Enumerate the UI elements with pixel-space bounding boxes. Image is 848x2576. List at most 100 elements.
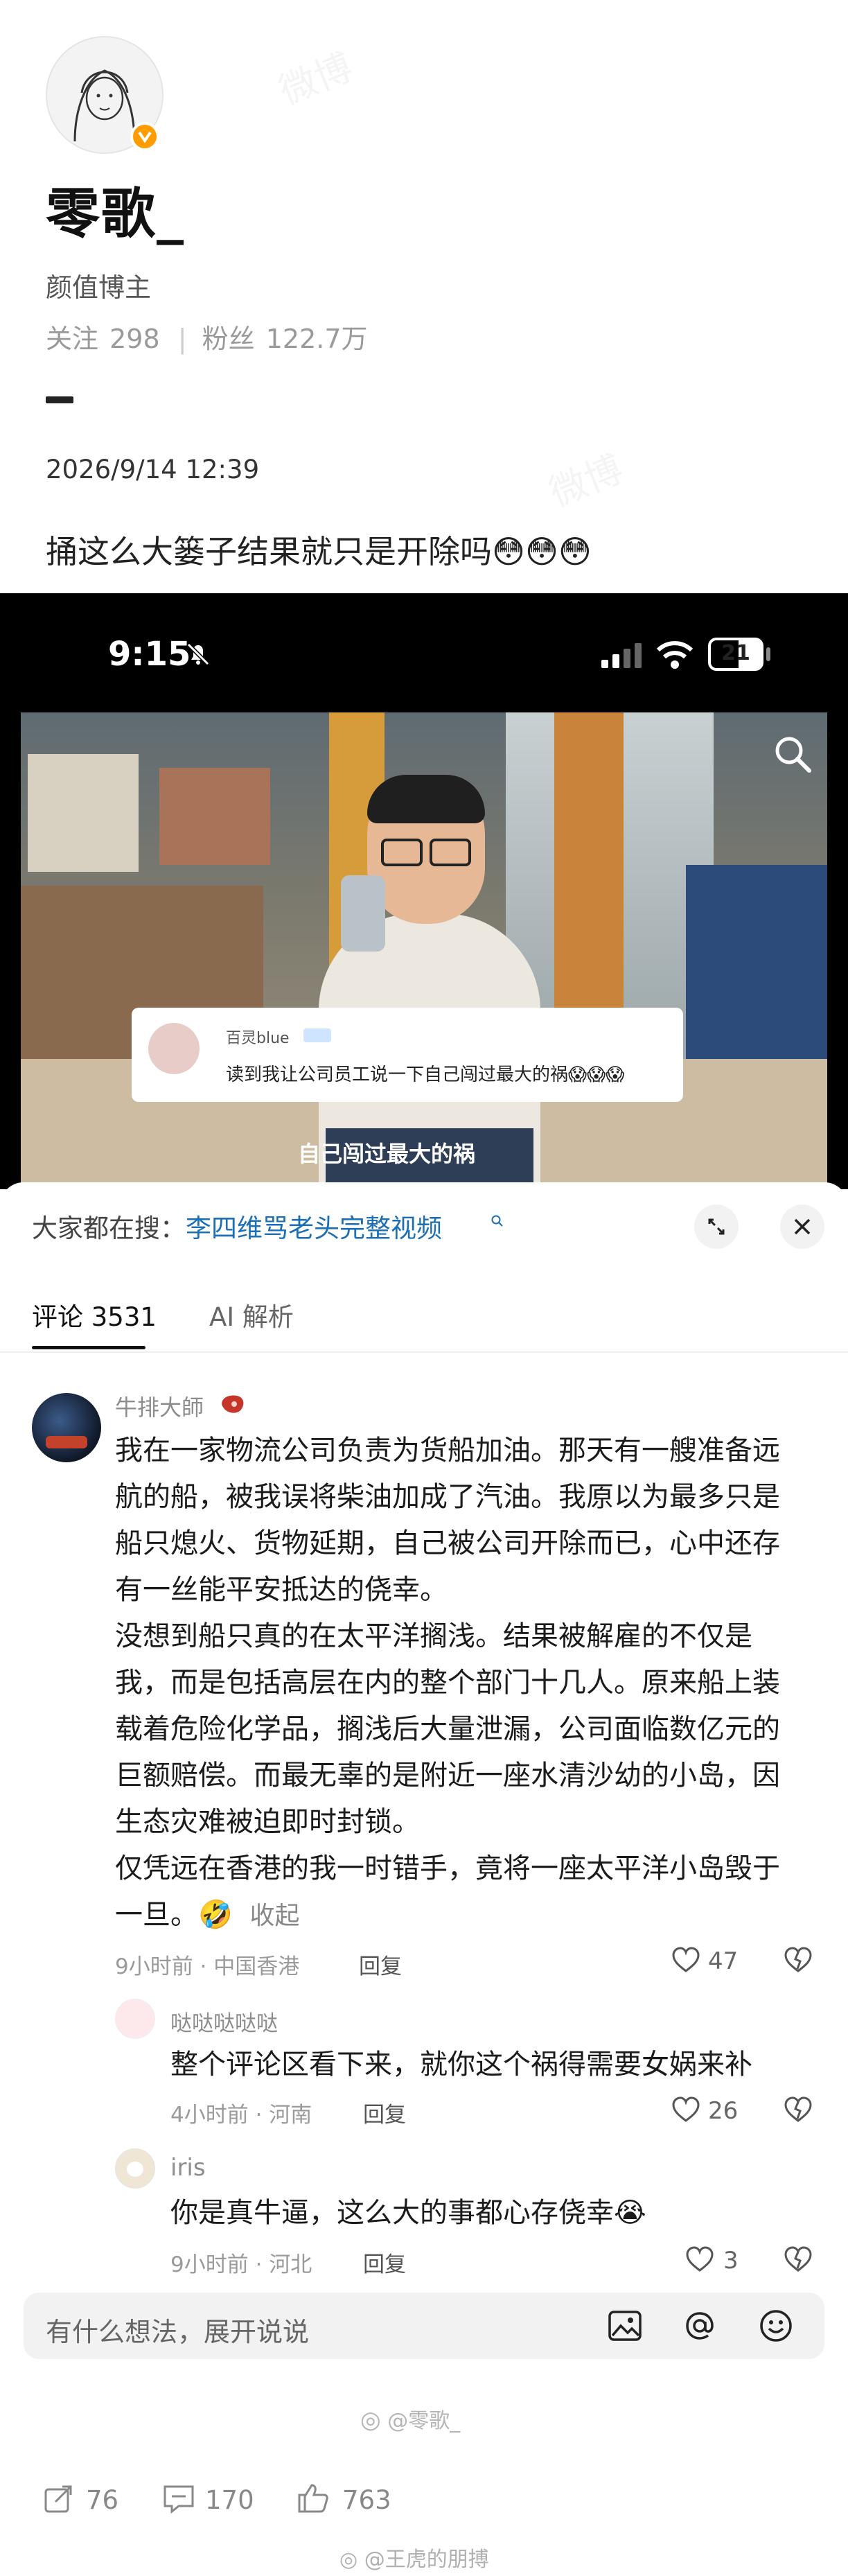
thumbs-up-icon[interactable] bbox=[297, 2481, 330, 2514]
reply-user[interactable]: 哒哒哒哒哒 bbox=[170, 2006, 278, 2037]
comment-line: 我，而是包括高层在内的整个部门十几人。原来船上装 bbox=[115, 1667, 780, 1699]
heart-icon bbox=[686, 2246, 714, 2272]
fans-label[interactable]: 粉丝 bbox=[202, 324, 255, 354]
comment-last-line: 一旦。🤣 bbox=[115, 1899, 233, 1931]
at-icon[interactable] bbox=[682, 2308, 718, 2344]
follow-label[interactable]: 关注 bbox=[46, 324, 98, 354]
comment-line: 我在一家物流公司负责为货船加油。那天有一艘准备远 bbox=[115, 1435, 780, 1466]
overlay-user-badge bbox=[303, 1028, 331, 1042]
close-button[interactable] bbox=[780, 1204, 824, 1249]
reply-time-loc: 9小时前 · 河北 bbox=[170, 2252, 312, 2277]
reply-text: 整个评论区看下来，就你这个祸得需要女娲来补 bbox=[170, 2049, 752, 2080]
like-button[interactable] bbox=[684, 2245, 715, 2273]
share-icon[interactable] bbox=[43, 2482, 75, 2514]
share-count: 76 bbox=[86, 2485, 119, 2515]
stats-separator: | bbox=[177, 324, 187, 354]
comment-line: 没想到船只真的在太平洋搁浅。结果被解雇的不仅是 bbox=[115, 1620, 752, 1652]
comment-count: 170 bbox=[205, 2485, 254, 2515]
comment-body: 我在一家物流公司负责为货船加油。那天有一艘准备远 航的船，被我误将柴油加成了汽油… bbox=[115, 1428, 808, 1939]
comment-line: 一旦。🤣 收起 bbox=[115, 1892, 808, 1939]
comment-avatar[interactable] bbox=[32, 1393, 101, 1462]
like-button[interactable] bbox=[671, 2096, 701, 2123]
v-badge-icon bbox=[130, 122, 159, 151]
broken-heart-icon bbox=[784, 1947, 812, 1972]
like-count: 26 bbox=[708, 2097, 739, 2125]
comment-line: 载着危险化学品，搁浅后大量泄漏，公司面临数亿元的 bbox=[115, 1713, 780, 1745]
tab-ai-analysis[interactable]: AI 解析 bbox=[209, 1302, 294, 1332]
bottom-watermark: ◎ @王虎的朋搏 bbox=[339, 2542, 489, 2573]
collapse-link[interactable]: 收起 bbox=[250, 1902, 300, 1930]
watermark-text: @零歌_ bbox=[387, 2409, 461, 2433]
overlay-avatar bbox=[148, 1023, 200, 1074]
emoji-icon[interactable] bbox=[758, 2308, 794, 2344]
reply-avatar[interactable] bbox=[115, 2148, 155, 2189]
search-term[interactable]: 李四维骂老头完整视频 bbox=[186, 1213, 442, 1243]
composer-placeholder[interactable]: 有什么想法，展开说说 bbox=[46, 2311, 309, 2349]
bottom-watermark-text: @王虎的朋搏 bbox=[364, 2548, 489, 2572]
battery-icon: 21 bbox=[708, 638, 763, 671]
dislike-button[interactable] bbox=[783, 2245, 813, 2273]
search-mini-icon bbox=[491, 1214, 504, 1228]
signal-icon bbox=[600, 643, 643, 668]
status-time: 9:15 bbox=[108, 635, 191, 674]
reply-user[interactable]: iris bbox=[170, 2154, 206, 2182]
comment-time-loc: 9小时前 · 中国香港 bbox=[115, 1954, 300, 1979]
search-prefix: 大家都在搜： bbox=[32, 1213, 186, 1243]
post-text: 捅这么大篓子结果就只是开除吗😳😳😳 bbox=[46, 533, 592, 570]
reply-button[interactable]: 回复 bbox=[363, 2247, 406, 2278]
comment-user[interactable]: 牛排大師 bbox=[115, 1390, 204, 1422]
weibo-logo-icon: ◎ bbox=[360, 2406, 381, 2434]
wifi-icon bbox=[655, 639, 694, 669]
battery-tip bbox=[766, 647, 770, 661]
reply-button[interactable]: 回复 bbox=[363, 2097, 406, 2128]
tab-indicator bbox=[32, 1346, 145, 1349]
broken-heart-icon bbox=[784, 2096, 812, 2122]
image-icon[interactable] bbox=[607, 2308, 643, 2344]
comment-line: 船只熄火、货物延期，自己被公司开除而已，心中还存 bbox=[115, 1527, 780, 1559]
comment-line: 有一丝能平安抵达的侥幸。 bbox=[115, 1574, 448, 1606]
like-count: 3 bbox=[723, 2247, 739, 2275]
comment-line: 生态灾难被迫即时封锁。 bbox=[115, 1806, 420, 1838]
comment-tabs: 评论 3531 AI 解析 bbox=[32, 1296, 294, 1333]
trending-search[interactable]: 大家都在搜：李四维骂老头完整视频 bbox=[32, 1207, 442, 1245]
dislike-button[interactable] bbox=[783, 2096, 813, 2123]
reply-avatar[interactable] bbox=[115, 1999, 155, 2039]
broken-heart-icon bbox=[784, 2246, 812, 2272]
close-icon bbox=[794, 1218, 811, 1235]
divider-mark bbox=[46, 396, 73, 403]
comment-line: 仅凭远在香港的我一时错手，竟将一座太平洋小岛毁于 bbox=[115, 1852, 780, 1884]
tabs-divider bbox=[0, 1351, 848, 1353]
heart-icon bbox=[672, 2096, 700, 2122]
overlay-text: 读到我让公司员工说一下自己闯过最大的祸😱😱😱 bbox=[226, 1064, 625, 1085]
expand-icon bbox=[708, 1218, 725, 1235]
reply-text: 你是真牛逼，这么大的事都心存侥幸😭 bbox=[170, 2197, 646, 2229]
heart-icon bbox=[672, 1947, 700, 1972]
weibo-logo-icon: ◎ bbox=[339, 2548, 358, 2572]
weibo-watermark: ◎ @零歌_ bbox=[360, 2403, 460, 2434]
user-tag: 颜值博主 bbox=[46, 272, 152, 303]
comment-icon[interactable] bbox=[162, 2482, 195, 2514]
watermark-ghost: 微博 bbox=[270, 37, 360, 116]
search-icon[interactable] bbox=[772, 733, 813, 775]
video-frame[interactable] bbox=[21, 712, 827, 1189]
comment-line: 巨额赔偿。而最无辜的是附近一座水清沙幼的小岛，因 bbox=[115, 1760, 780, 1791]
like-button[interactable] bbox=[671, 1946, 701, 1974]
follow-stats: 关注 298 | 粉丝 122.7万 bbox=[46, 317, 371, 356]
dislike-button[interactable] bbox=[783, 1946, 813, 1974]
comment-line: 航的船，被我误将柴油加成了汽油。我原以为最多只是 bbox=[115, 1481, 780, 1513]
tab-comments[interactable]: 评论 3531 bbox=[32, 1302, 157, 1332]
video-overlay-comment: 百灵blue 读到我让公司员工说一下自己闯过最大的祸😱😱😱 bbox=[132, 1008, 683, 1102]
battery-level: 21 bbox=[721, 641, 750, 665]
username[interactable]: 零歌_ bbox=[46, 170, 185, 248]
overlay-user: 百灵blue bbox=[226, 1030, 290, 1047]
like-total: 763 bbox=[342, 2485, 391, 2515]
post-time: 2026/9/14 12:39 bbox=[46, 455, 260, 484]
reply-button[interactable]: 回复 bbox=[359, 1949, 402, 1980]
steak-icon bbox=[219, 1392, 247, 1417]
fans-count[interactable]: 122.7万 bbox=[266, 324, 368, 354]
like-count: 47 bbox=[708, 1947, 739, 1975]
follow-count[interactable]: 298 bbox=[109, 324, 160, 354]
bell-muted-icon bbox=[184, 640, 212, 668]
reply-time-loc: 4小时前 · 河南 bbox=[170, 2103, 312, 2128]
expand-button[interactable] bbox=[694, 1204, 739, 1249]
